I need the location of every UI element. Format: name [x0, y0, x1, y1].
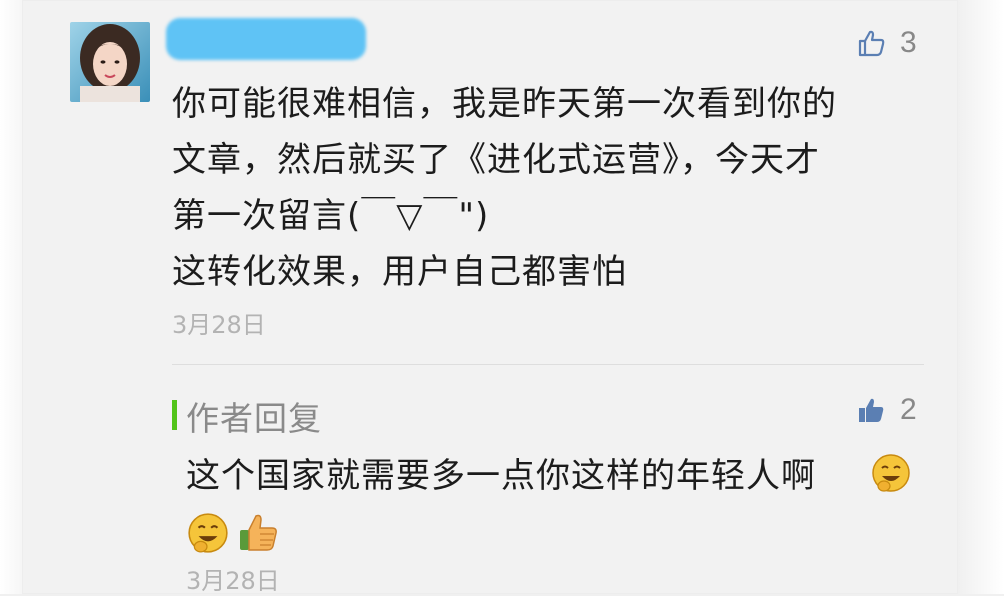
reply-like-button[interactable]: 2 [856, 393, 917, 427]
avatar-image [70, 22, 150, 102]
comment-like-count: 3 [900, 26, 917, 59]
reply-accent-bar [172, 400, 177, 430]
comment-date: 3月28日 [172, 311, 266, 339]
reply-like-count: 2 [900, 393, 917, 426]
right-edge [958, 0, 1004, 594]
thumbs-up-filled-icon [859, 398, 884, 422]
comment-line: 你可能很难相信，我是昨天第一次看到你的 [172, 84, 837, 124]
avatar[interactable] [70, 22, 150, 102]
grin-emoji-icon [188, 513, 228, 553]
comment-line: 第一次留言(￣▽￣") [172, 196, 490, 236]
divider [172, 364, 924, 365]
reply-date: 3月28日 [186, 567, 280, 595]
author-reply-label: 作者回复 [186, 399, 322, 438]
reply-emoji-row [186, 510, 282, 556]
thumbs-up-outline-icon [858, 30, 885, 57]
left-edge [0, 0, 22, 594]
grin-emoji-icon [870, 452, 912, 494]
comment-line: 文章，然后就买了《进化式运营》，今天才 [172, 140, 820, 180]
reply-body: 这个国家就需要多一点你这样的年轻人啊 [186, 456, 816, 496]
comment-like-button[interactable]: 3 [856, 26, 917, 60]
comment-line: 这转化效果，用户自己都害怕 [172, 252, 627, 292]
username-redacted [166, 18, 366, 60]
thumbs-up-emoji-icon [240, 514, 277, 551]
comment-body: 你可能很难相信，我是昨天第一次看到你的 文章，然后就买了《进化式运营》，今天才 … [172, 76, 912, 300]
